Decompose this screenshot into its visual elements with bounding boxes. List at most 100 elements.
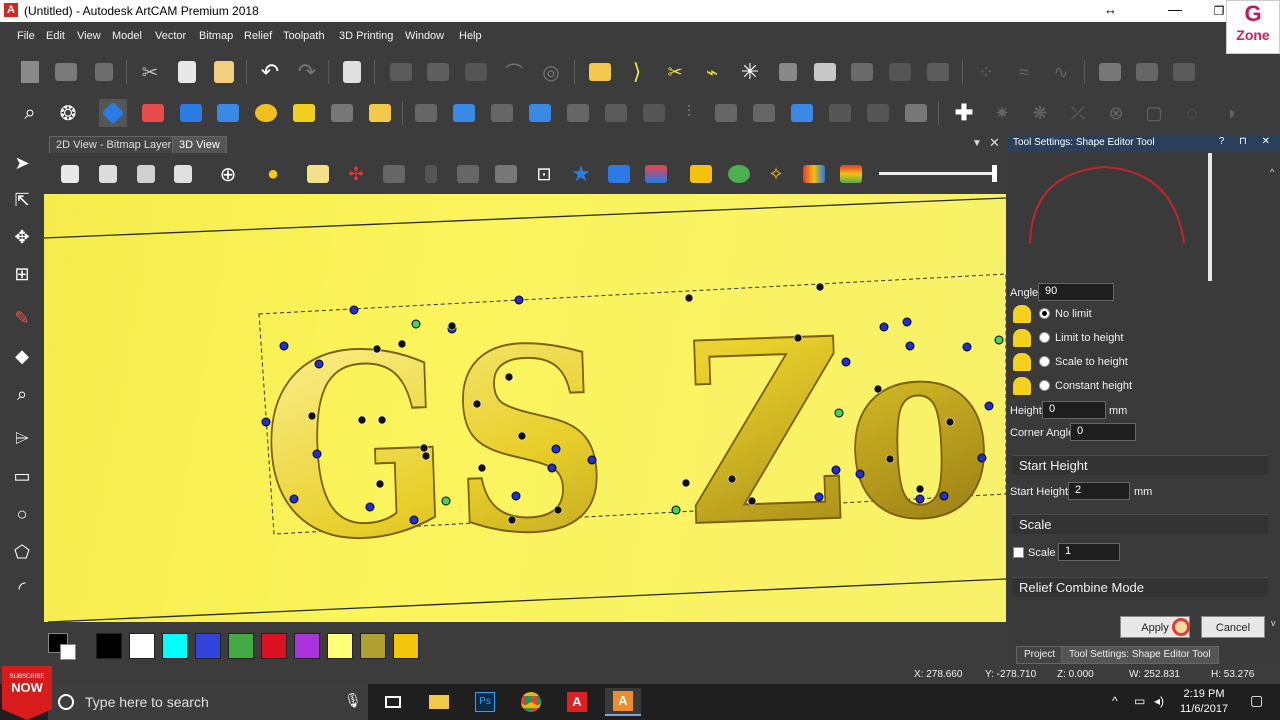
grid-icon[interactable] (848, 58, 876, 86)
light-bulb-icon[interactable]: ● (259, 160, 287, 188)
radio-constant-height[interactable] (1039, 380, 1050, 391)
iso-view-icon[interactable] (56, 160, 84, 188)
angle-input[interactable]: 90 (1038, 283, 1114, 301)
tab-dropdown-icon[interactable]: ▼ (972, 138, 982, 149)
bezier-icon[interactable]: ⌒ (500, 58, 528, 86)
blue-shape-icon[interactable] (177, 99, 205, 127)
start-height-input[interactable]: 2 (1068, 482, 1130, 500)
wave-icon[interactable]: ≈ (1010, 58, 1038, 86)
tab-2d-bitmap-layer[interactable]: 2D View - Bitmap Layer (49, 136, 179, 153)
panel-scrollbar[interactable] (1266, 170, 1276, 620)
zoom-slider[interactable] (879, 172, 997, 175)
preview-slider[interactable] (1208, 153, 1212, 281)
swatch-cyan[interactable] (162, 633, 188, 659)
scale-input[interactable]: 1 (1058, 543, 1120, 561)
pencil-icon[interactable]: ✎ (8, 304, 36, 332)
cube-view4-icon[interactable] (169, 160, 197, 188)
scissor-vector-icon[interactable]: ✂ (661, 58, 689, 86)
height-input[interactable]: 0 (1042, 401, 1106, 419)
multicolor-stack-icon[interactable] (837, 160, 865, 188)
polyline-icon[interactable]: ⌲ (8, 424, 36, 452)
mirror-icon[interactable] (424, 58, 452, 86)
radio-scale-to-height[interactable] (1039, 356, 1050, 367)
menu-vector[interactable]: Vector (155, 30, 186, 42)
open-vector-folder-icon[interactable] (586, 58, 614, 86)
grey-relief-icon[interactable] (412, 99, 440, 127)
grey-relief10-icon[interactable] (902, 99, 930, 127)
blue-diamond-icon[interactable] (788, 99, 816, 127)
cylinder-icon[interactable] (417, 160, 445, 188)
rectangle-icon[interactable]: ▭ (8, 462, 36, 490)
file-explorer-icon[interactable] (421, 688, 457, 716)
tab-project[interactable]: Project (1016, 646, 1064, 664)
tab-close-icon[interactable]: ✕ (989, 135, 1000, 151)
cube-view2-icon[interactable] (94, 160, 122, 188)
grey-relief8-icon[interactable] (826, 99, 854, 127)
eraser-tool-icon[interactable]: ◆ (8, 342, 36, 370)
grey-relief5-icon[interactable] (640, 99, 668, 127)
blue-star-icon[interactable]: ★ (567, 160, 595, 188)
blue-relief-icon[interactable] (450, 99, 478, 127)
tab-tool-settings[interactable]: Tool Settings: Shape Editor Tool (1061, 646, 1219, 664)
copy-icon[interactable] (173, 58, 201, 86)
export-icon[interactable] (1170, 58, 1198, 86)
resize-icon[interactable]: ↔ (1104, 2, 1117, 17)
dots-icon[interactable]: ⁘ (972, 58, 1000, 86)
minimize-button[interactable]: — (1160, 0, 1190, 22)
menu-model[interactable]: Model (112, 30, 142, 42)
green-shapes-icon[interactable] (725, 160, 753, 188)
grey-relief9-icon[interactable] (864, 99, 892, 127)
measure-icon[interactable]: ⌕ (8, 380, 36, 408)
corner-angle-input[interactable]: 0 (1070, 423, 1136, 441)
menu-window[interactable]: Window (405, 30, 444, 42)
3d-viewport[interactable]: GS Zo (44, 194, 1006, 622)
grey-tool3-icon[interactable]: ▢ (1140, 99, 1168, 127)
yellow-plane-icon[interactable] (290, 99, 318, 127)
relief-stack-icon[interactable] (924, 58, 952, 86)
red-blue-layer-icon[interactable] (642, 160, 670, 188)
erase-relief-icon[interactable] (139, 99, 167, 127)
plane-view-icon[interactable] (304, 160, 332, 188)
align-icon[interactable]: ⊞ (8, 260, 36, 288)
swatch-gold[interactable] (393, 633, 419, 659)
transform-icon[interactable]: ✥ (8, 223, 36, 251)
swatch-white[interactable] (129, 633, 155, 659)
zoom-slider-handle[interactable] (992, 165, 997, 182)
arc-icon[interactable]: ◜ (8, 574, 36, 602)
radio-no-limit[interactable] (1039, 308, 1050, 319)
background-color[interactable] (60, 644, 76, 660)
relief-shape-icon[interactable] (99, 99, 127, 127)
save-icon[interactable] (90, 58, 118, 86)
network-icon[interactable]: ▭ (1134, 694, 1145, 708)
volume-icon[interactable]: ◂) (1154, 694, 1164, 708)
grey-tool-icon[interactable]: ⤫ (1064, 99, 1092, 127)
circle-icon[interactable]: ○ (8, 500, 36, 528)
menu-relief[interactable]: Relief (244, 30, 272, 42)
swatch-purple[interactable] (294, 633, 320, 659)
polygon-icon[interactable]: ⬠ (8, 538, 36, 566)
menu-help[interactable]: Help (459, 30, 482, 42)
grid2-icon[interactable] (886, 58, 914, 86)
swatch-blue[interactable] (195, 633, 221, 659)
grey-gear2-icon[interactable]: ❋ (1026, 99, 1054, 127)
artcam-taskbar-icon[interactable]: A (605, 688, 641, 716)
grey-relief3-icon[interactable] (564, 99, 592, 127)
notes-icon[interactable] (338, 58, 366, 86)
menu-file[interactable]: File (17, 30, 35, 42)
start-height-section[interactable]: Start Height (1012, 455, 1268, 475)
stack-icon[interactable] (774, 58, 802, 86)
zoom-icon[interactable]: ⌕ (16, 99, 44, 127)
swatch-olive[interactable] (360, 633, 386, 659)
grey-plane-icon[interactable] (328, 99, 356, 127)
multicolor-pyramid-icon[interactable] (800, 160, 828, 188)
menu-view[interactable]: View (77, 30, 101, 42)
pin-icon[interactable]: ⫶ (675, 99, 703, 127)
stamp-icon[interactable] (1133, 58, 1161, 86)
panel-header-buttons[interactable]: ? ⊓ ✕ (1219, 136, 1276, 147)
blue-shape2-icon[interactable] (214, 99, 242, 127)
swatch-black[interactable] (96, 633, 122, 659)
yellow-slab-icon[interactable] (687, 160, 715, 188)
microphone-icon[interactable]: 🎙︎ (344, 692, 362, 709)
open-folder-icon[interactable] (52, 58, 80, 86)
layers-icon[interactable] (811, 58, 839, 86)
